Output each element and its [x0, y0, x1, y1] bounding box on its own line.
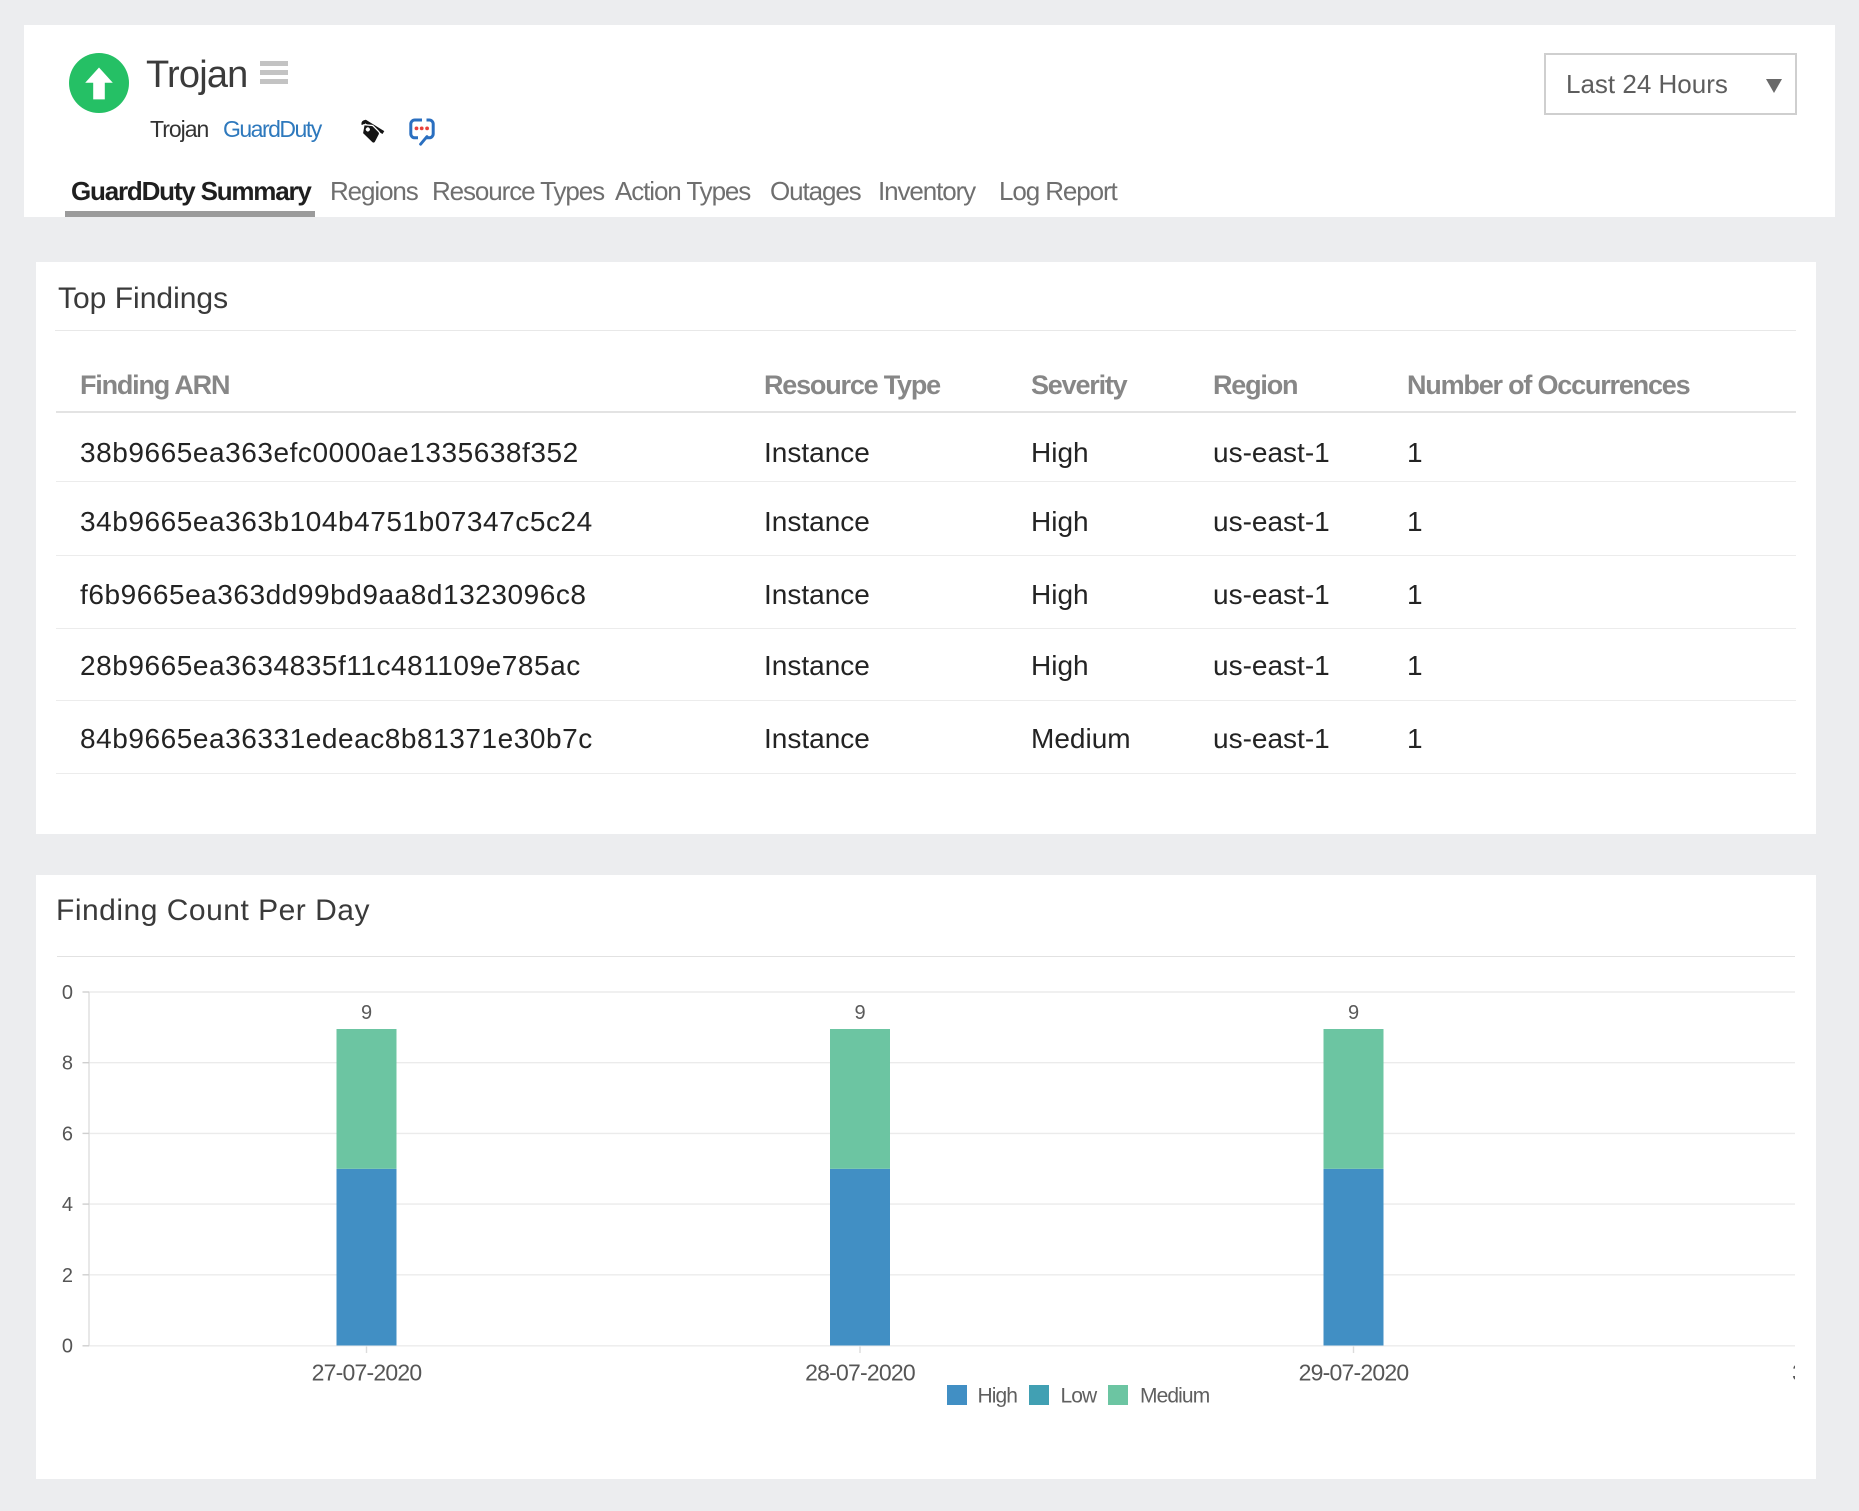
svg-text:0: 0 [62, 1336, 73, 1358]
svg-text:9: 9 [361, 1002, 372, 1024]
svg-text:30-07-2020: 30-07-2020 [1792, 1360, 1795, 1386]
svg-text:9: 9 [854, 1002, 865, 1024]
svg-text:6: 6 [62, 1123, 73, 1145]
svg-text:Low: Low [1061, 1385, 1099, 1408]
svg-text:27-07-2020: 27-07-2020 [312, 1360, 422, 1386]
svg-text:4: 4 [62, 1194, 73, 1216]
svg-text:28-07-2020: 28-07-2020 [805, 1360, 915, 1386]
svg-text:29-07-2020: 29-07-2020 [1299, 1360, 1409, 1386]
svg-text:8: 8 [62, 1053, 73, 1075]
svg-text:2: 2 [62, 1265, 73, 1287]
svg-text:9: 9 [1348, 1002, 1359, 1024]
svg-text:0: 0 [62, 982, 73, 1004]
svg-text:Medium: Medium [1140, 1385, 1210, 1408]
svg-text:High: High [978, 1385, 1018, 1408]
